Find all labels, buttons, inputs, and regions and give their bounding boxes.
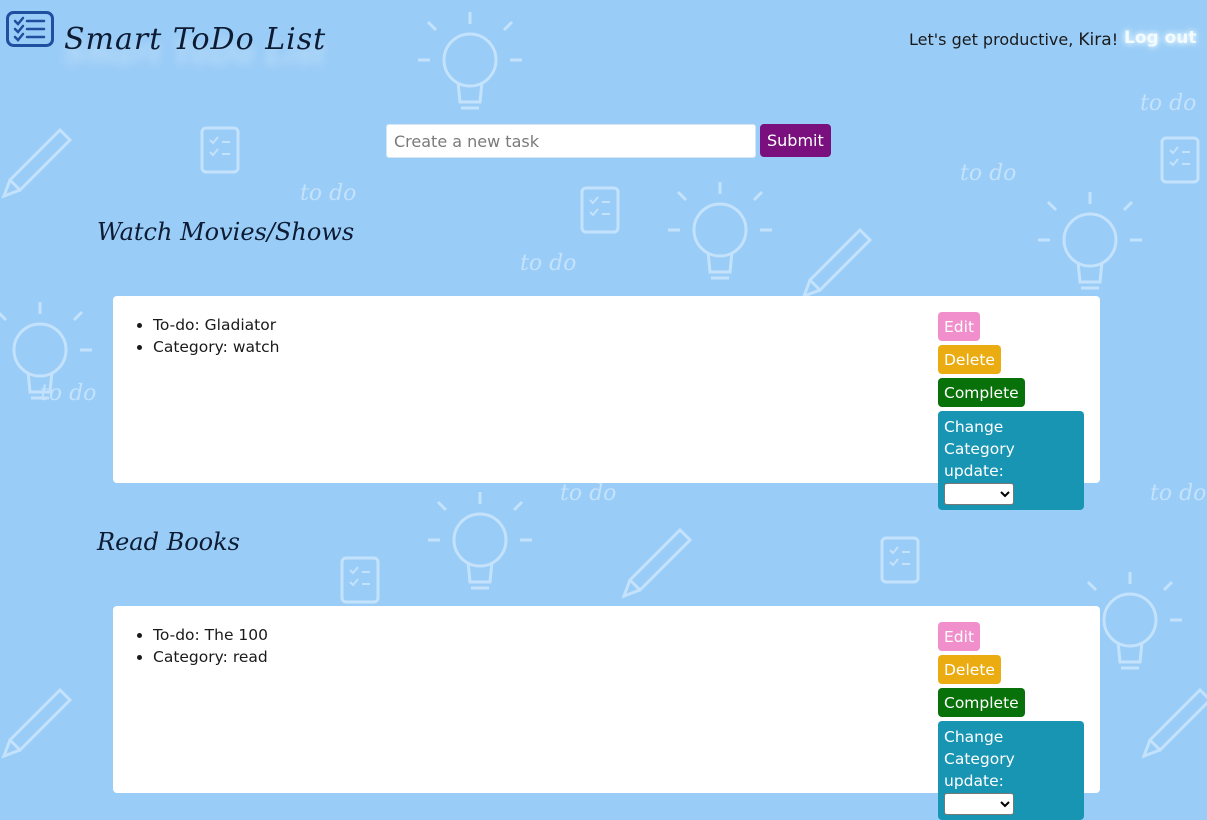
greeting-suffix: !: [1111, 30, 1119, 49]
task-category: Category: read: [153, 646, 268, 668]
complete-button[interactable]: Complete: [938, 378, 1025, 407]
greeting-prefix: Let's get productive,: [909, 30, 1079, 49]
task-details: To-do: Gladiator Category: watch: [131, 314, 279, 358]
category-heading-watch: Watch Movies/Shows: [97, 218, 355, 246]
username: Kira: [1078, 30, 1112, 50]
change-category-label: Change Category: [944, 728, 1015, 768]
update-label: update:: [944, 772, 1004, 790]
change-category-form: Change Category update:: [938, 411, 1084, 510]
app-title: Smart ToDo List: [64, 22, 327, 57]
task-todo: To-do: The 100: [153, 624, 268, 646]
category-select[interactable]: [944, 792, 1014, 815]
task-actions: Edit Delete Complete Change Category upd…: [938, 622, 1084, 820]
change-category-label: Change Category: [944, 418, 1015, 458]
greeting: Let's get productive, Kira!: [909, 30, 1118, 50]
category-select[interactable]: [944, 482, 1014, 505]
task-card: To-do: Gladiator Category: watch Edit De…: [113, 296, 1100, 510]
complete-button[interactable]: Complete: [938, 688, 1025, 717]
checklist-logo-icon: [6, 11, 54, 47]
new-task-input[interactable]: [386, 124, 756, 158]
task-todo: To-do: Gladiator: [153, 314, 279, 336]
edit-button[interactable]: Edit: [938, 312, 981, 341]
task-details: To-do: The 100 Category: read: [131, 624, 268, 668]
task-card: To-do: The 100 Category: read Edit Delet…: [113, 606, 1100, 820]
category-heading-read: Read Books: [97, 528, 240, 556]
logout-button[interactable]: Log out: [1124, 28, 1197, 48]
task-category: Category: watch: [153, 336, 279, 358]
change-category-form: Change Category update:: [938, 721, 1084, 820]
delete-button[interactable]: Delete: [938, 655, 1001, 684]
edit-button[interactable]: Edit: [938, 622, 981, 651]
update-label: update:: [944, 462, 1004, 480]
new-task-form: Submit: [386, 124, 831, 158]
task-actions: Edit Delete Complete Change Category upd…: [938, 312, 1084, 510]
submit-button[interactable]: Submit: [760, 124, 831, 157]
delete-button[interactable]: Delete: [938, 345, 1001, 374]
